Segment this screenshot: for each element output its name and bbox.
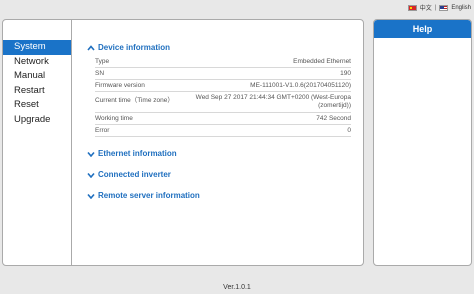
device-info-header[interactable]: Device information xyxy=(87,43,343,52)
row-label: Error xyxy=(95,127,110,134)
table-row-working-time: Working time 742 Second xyxy=(95,113,351,125)
language-bar: 中文 | English xyxy=(407,3,471,12)
chevron-down-icon xyxy=(87,172,95,178)
row-label: SN xyxy=(95,70,105,77)
china-flag-icon[interactable] xyxy=(407,4,417,11)
row-label: Working time xyxy=(95,115,133,122)
remote-server-header[interactable]: Remote server information xyxy=(87,191,343,200)
main-panel: System Network Manual Restart Reset Upgr… xyxy=(2,19,364,266)
row-value: 742 Second xyxy=(316,115,351,122)
table-row-current-time: Current time（Time zone） Wed Sep 27 2017 … xyxy=(95,92,351,113)
row-label: Type xyxy=(95,58,110,65)
sidebar-item-network[interactable]: Network xyxy=(3,55,71,70)
sidebar-item-reset[interactable]: Reset xyxy=(3,98,71,113)
ethernet-info-title: Ethernet information xyxy=(98,149,177,158)
lang-english-link[interactable]: English xyxy=(451,5,471,11)
lang-chinese-link[interactable]: 中文 xyxy=(420,3,432,12)
table-row-firmware: Firmware version ME-111001-V1.0.6(201704… xyxy=(95,80,351,92)
row-value: Embedded Ethernet xyxy=(293,58,351,65)
connected-inverter-title: Connected inverter xyxy=(98,170,171,179)
table-row-sn: SN 190 xyxy=(95,68,351,80)
table-row-error: Error 0 xyxy=(95,125,351,137)
sidebar-item-manual[interactable]: Manual xyxy=(3,69,71,84)
connected-inverter-header[interactable]: Connected inverter xyxy=(87,170,343,179)
chevron-up-icon xyxy=(87,44,95,51)
help-panel: Help xyxy=(373,19,472,266)
us-flag-icon[interactable] xyxy=(439,4,449,11)
help-title: Help xyxy=(374,20,471,38)
ethernet-info-header[interactable]: Ethernet information xyxy=(87,149,343,158)
row-value: 190 xyxy=(340,70,351,77)
sidebar: System Network Manual Restart Reset Upgr… xyxy=(3,20,72,265)
row-label: Current time（Time zone） xyxy=(95,97,174,104)
content-area: Device information Type Embedded Etherne… xyxy=(87,43,351,200)
sidebar-item-system[interactable]: System xyxy=(3,40,71,55)
row-value: 0 xyxy=(347,127,351,134)
row-value: ME-111001-V1.0.6(201704051120) xyxy=(250,82,351,89)
device-info-table: Type Embedded Ethernet SN 190 Firmware v… xyxy=(95,56,351,137)
row-label: Firmware version xyxy=(95,82,145,89)
sidebar-item-upgrade[interactable]: Upgrade xyxy=(3,113,71,128)
version-footer: Ver.1.0.1 xyxy=(223,284,251,291)
remote-server-title: Remote server information xyxy=(98,191,200,200)
table-row-type: Type Embedded Ethernet xyxy=(95,56,351,68)
row-value: Wed Sep 27 2017 21:44:34 GMT+0200 (West-… xyxy=(195,94,351,109)
sidebar-item-restart[interactable]: Restart xyxy=(3,84,71,99)
chevron-down-icon xyxy=(87,151,95,157)
device-info-title: Device information xyxy=(98,43,171,52)
chevron-down-icon xyxy=(87,193,95,199)
lang-separator: | xyxy=(434,4,437,11)
